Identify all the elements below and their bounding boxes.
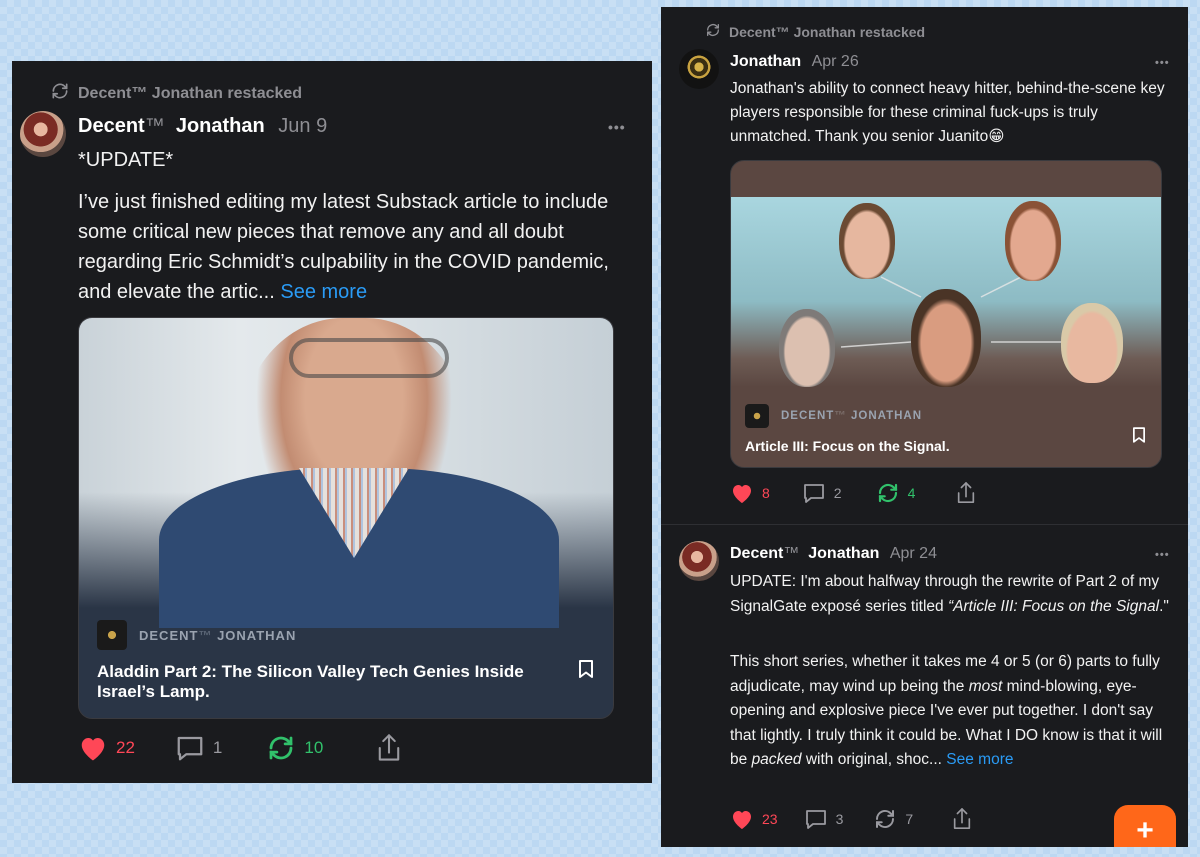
card-title: Aladdin Part 2: The Silicon Valley Tech … [97, 662, 524, 701]
see-more-link[interactable]: See more [946, 751, 1013, 768]
comment-icon [803, 484, 824, 503]
plus-icon: + [1136, 814, 1154, 847]
post-date: Jun 9 [278, 115, 328, 137]
card-publication: DECENT™ JONATHAN [97, 620, 296, 650]
post-actions: 22 1 10 [78, 733, 403, 763]
restack-line: Decent™ Jonathan restacked [705, 22, 925, 41]
post-body: Jonathan's ability to connect heavy hitt… [730, 80, 1165, 145]
restack-icon [50, 81, 70, 106]
article-image [79, 318, 613, 628]
restack-count: 4 [907, 485, 916, 501]
share-icon [958, 482, 975, 503]
post-body: I’ve just finished editing my latest Sub… [78, 187, 626, 307]
avatar[interactable] [20, 111, 66, 157]
comment-icon [805, 810, 826, 829]
post-body-paragraph-1: UPDATE: I'm about halfway through the re… [730, 573, 1169, 615]
heart-icon [81, 738, 105, 761]
article-image [731, 197, 1161, 387]
comment-button[interactable]: 2 [802, 482, 842, 504]
restack-icon [705, 22, 721, 41]
face-2 [1005, 201, 1061, 281]
post-headline: *UPDATE* [78, 149, 174, 171]
like-count: 22 [116, 738, 135, 757]
see-more-link[interactable]: See more [280, 281, 367, 303]
face-3 [911, 289, 981, 387]
post-date: Apr 26 [811, 53, 859, 70]
face-5 [1061, 303, 1123, 383]
comment-count: 1 [212, 738, 223, 757]
post-body-paragraph-2: This short series, whether it takes me 4… [730, 653, 1163, 768]
restack-icon [876, 810, 895, 828]
comment-count: 3 [835, 811, 844, 827]
restack-count: 10 [304, 738, 324, 757]
card-title: Article III: Focus on the Signal. [745, 438, 950, 454]
restack-line: Decent™ Jonathan restacked [50, 81, 302, 106]
left-post-panel: Decent™ Jonathan restacked Decent™ Jonat… [12, 61, 652, 783]
share-button[interactable] [955, 481, 977, 505]
avatar[interactable] [679, 49, 719, 89]
more-options-icon[interactable]: ••• [1155, 549, 1170, 561]
article-card[interactable]: DECENT™ JONATHAN Article III: Focus on t… [730, 160, 1162, 468]
like-button[interactable]: 8 [730, 482, 770, 504]
restack-text: Decent™ Jonathan restacked [78, 84, 303, 102]
post-header: Decent™ Jonathan Apr 24 [730, 545, 937, 563]
like-count: 8 [762, 485, 770, 501]
comment-count: 2 [833, 485, 842, 501]
publication-logo [97, 620, 127, 650]
restack-text: Decent™ Jonathan restacked [729, 23, 926, 40]
bookmark-icon[interactable] [1133, 427, 1145, 448]
comment-icon [177, 736, 203, 761]
restack-button[interactable]: 7 [873, 807, 913, 831]
comment-button[interactable]: 1 [175, 734, 222, 762]
share-icon [379, 734, 400, 761]
author-name[interactable]: Jonathan [730, 53, 801, 70]
share-button[interactable] [375, 733, 403, 763]
restack-count: 7 [905, 811, 914, 827]
face-4 [779, 309, 835, 387]
publication-logo [745, 404, 769, 428]
post-actions: 8 2 4 [730, 481, 977, 505]
bookmark-icon[interactable] [579, 660, 593, 683]
heart-icon [733, 811, 751, 829]
card-publication: DECENT™ JONATHAN [745, 404, 922, 428]
compose-button[interactable]: + [1114, 805, 1176, 847]
like-button[interactable]: 22 [78, 734, 135, 762]
post-header: Jonathan Apr 26 [730, 53, 859, 71]
share-button[interactable] [951, 807, 973, 831]
right-feed-panel: Decent™ Jonathan restacked Jonathan Apr … [661, 7, 1188, 847]
restack-icon [270, 736, 293, 760]
restack-icon [878, 483, 897, 503]
restack-button[interactable]: 4 [876, 481, 916, 505]
comment-button[interactable]: 3 [804, 808, 844, 830]
share-icon [954, 808, 971, 829]
more-options-icon[interactable]: ••• [608, 119, 626, 135]
restack-button[interactable]: 10 [266, 733, 323, 763]
more-options-icon[interactable]: ••• [1155, 57, 1170, 69]
author-name[interactable]: Decent™ Jonathan [730, 545, 879, 562]
post-divider [661, 524, 1188, 525]
avatar[interactable] [679, 541, 719, 581]
post-date: Apr 24 [889, 545, 937, 562]
article-card[interactable]: DECENT™ JONATHAN Aladdin Part 2: The Sil… [78, 317, 614, 719]
author-name[interactable]: Decent™ Jonathan [78, 115, 265, 137]
heart-icon [733, 485, 751, 503]
post-header: Decent™ Jonathan Jun 9 [78, 115, 327, 138]
like-count: 23 [762, 811, 778, 827]
like-button[interactable]: 23 [730, 808, 778, 830]
face-1 [839, 203, 895, 279]
post-actions: 23 3 7 [730, 807, 973, 831]
